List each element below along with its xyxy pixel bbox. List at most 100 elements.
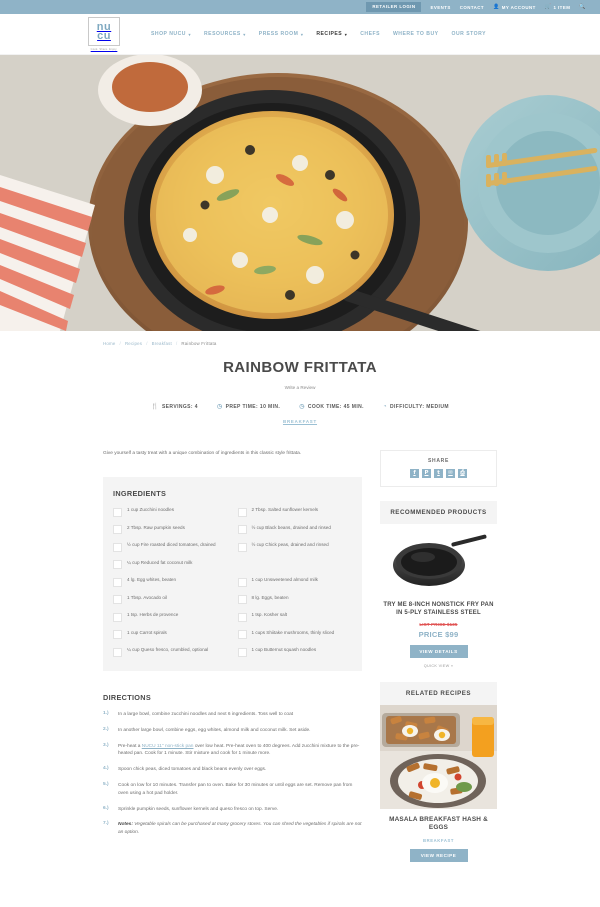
chevron-down-icon: ▾: [300, 31, 304, 37]
nav-item-recipes[interactable]: RECIPES ▾: [316, 31, 347, 37]
step-text: Pre-heat a NUCU 11" non-stick pan over l…: [118, 743, 362, 759]
breadcrumb-home[interactable]: Home: [103, 341, 116, 346]
meta-servings-label: SERVINGS: 4: [161, 404, 198, 410]
logo-mark: nu cu: [88, 17, 120, 47]
logo-line-2: cu: [97, 29, 111, 42]
ingredient-checkbox[interactable]: [237, 630, 247, 640]
contact-link[interactable]: CONTACT: [460, 5, 484, 10]
nav-label: RECIPES: [316, 31, 343, 37]
ingredient-item[interactable]: 4 lg. Egg whites, beaten: [113, 577, 228, 588]
breadcrumb-breakfast[interactable]: Breakfast: [152, 341, 172, 346]
product-title[interactable]: TRY ME 8-INCH NONSTICK FRY PAN IN 5-PLY …: [380, 601, 497, 617]
nav-item-shop-nucu[interactable]: SHOP NUCU ▾: [151, 31, 191, 37]
nav-item-resources[interactable]: RESOURCES ▾: [204, 31, 246, 37]
ingredient-checkbox[interactable]: [113, 525, 122, 535]
ingredient-checkbox[interactable]: [237, 525, 247, 535]
ingredient-item[interactable]: ½ cup Black beans, drained and rinsed: [237, 525, 353, 536]
ingredient-item[interactable]: 1 cup Unsweetened almond milk: [237, 577, 353, 588]
meta-cook-time: ◷ COOK TIME: 45 MIN.: [299, 404, 364, 410]
ingredient-checkbox[interactable]: [113, 507, 122, 517]
ingredient-label: ½ cup Fire roasted diced tomatoes, drain…: [127, 542, 216, 548]
sidebar: SHARE f P t ✉ ⎙ RECOMMENDED PRODUCTS TRY…: [380, 450, 497, 862]
search-toggle[interactable]: 🔍: [579, 3, 586, 10]
quick-view-link[interactable]: QUICK VIEW »: [380, 664, 497, 668]
ingredient-label: 1 cups Shiitake mushrooms, thinly sliced: [251, 629, 335, 635]
direction-step-notes: 7.) Notes: Vegetable spirals can be purc…: [103, 821, 362, 837]
print-icon[interactable]: ⎙: [458, 469, 467, 478]
ingredient-checkbox[interactable]: [113, 542, 122, 552]
ingredient-label: 1 cup Carrot spirals: [127, 629, 167, 635]
step-number: 3.): [103, 742, 109, 748]
retailer-login-link[interactable]: RETAILER LOGIN: [366, 1, 422, 13]
ingredient-checkbox[interactable]: [113, 647, 122, 657]
step-number: 1.): [103, 711, 109, 717]
nav-item-our-story[interactable]: OUR STORY: [452, 31, 487, 37]
ingredient-item[interactable]: ½ cup Chick peas, drained and rinsed: [237, 542, 353, 553]
ingredient-checkbox[interactable]: [237, 507, 247, 517]
events-link[interactable]: EVENTS: [430, 5, 450, 10]
ingredient-checkbox[interactable]: [113, 577, 122, 587]
ingredient-checkbox[interactable]: [237, 612, 247, 622]
ingredient-checkbox[interactable]: [113, 612, 122, 622]
related-recipe-title[interactable]: MASALA BREAKFAST HASH & EGGS: [380, 816, 497, 833]
cart-icon: 🛒: [544, 3, 552, 10]
ingredient-item[interactable]: 1 Tbsp. Avocado oil: [113, 595, 228, 606]
related-recipe-category[interactable]: BREAKFAST: [380, 838, 497, 843]
notes-label: Notes:: [118, 822, 133, 828]
ingredient-checkbox[interactable]: [237, 647, 247, 657]
nav-item-press-room[interactable]: PRESS ROOM ▾: [259, 31, 304, 37]
ingredient-item[interactable]: 1 cup Carrot spirals: [113, 630, 228, 641]
view-details-button[interactable]: VIEW DETAILS: [409, 644, 468, 658]
facebook-icon[interactable]: f: [410, 469, 419, 478]
view-recipe-button[interactable]: VIEW RECIPE: [409, 848, 468, 862]
recipe-category-tag[interactable]: BREAKFAST: [283, 419, 317, 424]
nav-item-where-to-buy[interactable]: WHERE TO BUY: [393, 31, 439, 37]
ingredient-item[interactable]: 1 cup Zucchini noodles: [113, 507, 228, 518]
ingredient-checkbox[interactable]: [113, 595, 122, 605]
step-text: Cook on low for 10 minutes. Transfer pan…: [118, 783, 353, 796]
ingredient-item[interactable]: 2 Tbsp. Salted sunflower kernels: [237, 507, 353, 518]
nav-label: RESOURCES: [204, 31, 241, 37]
step-number: 6.): [103, 805, 109, 811]
ingredient-item[interactable]: 2 Tbsp. Raw pumpkin seeds: [113, 525, 228, 536]
hero-image: [0, 55, 600, 331]
pinterest-icon[interactable]: P: [422, 469, 431, 478]
nav-item-chefs[interactable]: CHEFS: [360, 31, 380, 37]
email-icon[interactable]: ✉: [446, 469, 455, 478]
ingredients-column-right: 2 Tbsp. Salted sunflower kernels ½ cup B…: [237, 507, 353, 658]
breadcrumb-recipes[interactable]: Recipes: [125, 341, 142, 346]
primary-nav: SHOP NUCU ▾ RESOURCES ▾ PRESS ROOM ▾ REC…: [151, 31, 486, 37]
ingredient-checkbox[interactable]: [237, 595, 247, 605]
cart-link[interactable]: 🛒 1 ITEM: [544, 3, 571, 10]
ingredient-item[interactable]: ¼ cup Reduced fat coconut milk: [113, 560, 228, 571]
ingredient-checkbox[interactable]: [237, 542, 247, 552]
site-logo[interactable]: nu cu Cook. Share. Enjoy.: [85, 17, 123, 51]
meta-prep-time: ◷ PREP TIME: 10 MIN.: [217, 404, 280, 410]
logo-tagline: Cook. Share. Enjoy.: [90, 47, 118, 51]
ingredient-item[interactable]: 1 cups Shiitake mushrooms, thinly sliced: [237, 629, 353, 641]
write-review-link[interactable]: Write a Review: [285, 385, 316, 390]
search-icon: 🔍: [579, 3, 586, 10]
ingredient-label: 1 Tbsp. Avocado oil: [127, 594, 167, 600]
ingredient-checkbox[interactable]: [113, 630, 122, 640]
ingredient-item[interactable]: ½ cup Fire roasted diced tomatoes, drain…: [113, 542, 228, 553]
ingredient-item[interactable]: 8 lg. Eggs, beaten: [237, 595, 353, 606]
ingredient-item[interactable]: 1 tsp. Kosher salt: [237, 612, 353, 623]
twitter-icon[interactable]: t: [434, 469, 443, 478]
ingredient-item[interactable]: 1 cup Butternut squash noodles: [237, 647, 353, 658]
product-list-price: LIST PRICE $135: [419, 621, 458, 627]
ingredient-item[interactable]: 1 tsp. Herbs de provence: [113, 612, 228, 623]
my-account-link[interactable]: 👤 MY ACCOUNT: [493, 4, 536, 10]
ingredient-label: 1 cup Unsweetened almond milk: [251, 577, 318, 583]
related-recipe-image[interactable]: [380, 704, 497, 809]
nucu-pan-link[interactable]: NUCU 11" non-stick pan: [142, 744, 194, 749]
product-image[interactable]: [380, 524, 497, 596]
ingredient-checkbox[interactable]: [237, 577, 247, 587]
ingredient-label: ¼ cup Reduced fat coconut milk: [127, 559, 193, 565]
clock-icon: ◷: [299, 404, 305, 410]
ingredient-item[interactable]: ¼ cup Queso fresco, crumbled, optional: [113, 647, 228, 658]
related-recipes-panel: RELATED RECIPES MASALA BREAKFAST HASH & …: [380, 681, 497, 862]
breadcrumb-current: Rainbow Frittata: [181, 341, 217, 346]
ingredient-checkbox[interactable]: [113, 560, 122, 570]
product-price: PRICE $99: [418, 629, 459, 639]
